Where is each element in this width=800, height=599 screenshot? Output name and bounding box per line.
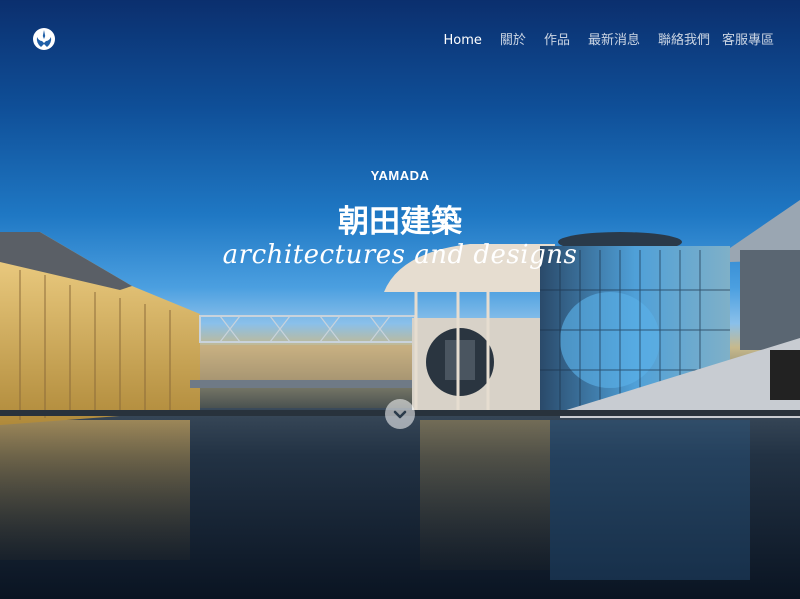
nav-item-works[interactable]: 作品: [544, 30, 570, 52]
hero-background-image: [0, 200, 800, 599]
scroll-down-button[interactable]: [385, 399, 415, 429]
nav-item-support[interactable]: 客服專區: [722, 30, 774, 52]
hero-kicker: YAMADA: [370, 168, 430, 183]
nav-item-news[interactable]: 最新消息: [588, 30, 640, 52]
chevron-down-icon: [393, 410, 407, 419]
nav-item-home[interactable]: Home: [444, 30, 482, 52]
hero-tagline: architectures and designs: [222, 240, 578, 270]
hero-title: 朝田建築: [338, 204, 462, 240]
nav-item-about[interactable]: 關於: [500, 30, 526, 52]
rebel-alliance-icon[interactable]: [32, 27, 56, 51]
hero-section: Home 關於 作品 最新消息 聯絡我們 客服專區 YAMADA 朝田建築 ar…: [0, 0, 800, 599]
nav-item-contact[interactable]: 聯絡我們: [658, 30, 710, 52]
top-navigation: Home 關於 作品 最新消息 聯絡我們 客服專區: [426, 30, 774, 52]
